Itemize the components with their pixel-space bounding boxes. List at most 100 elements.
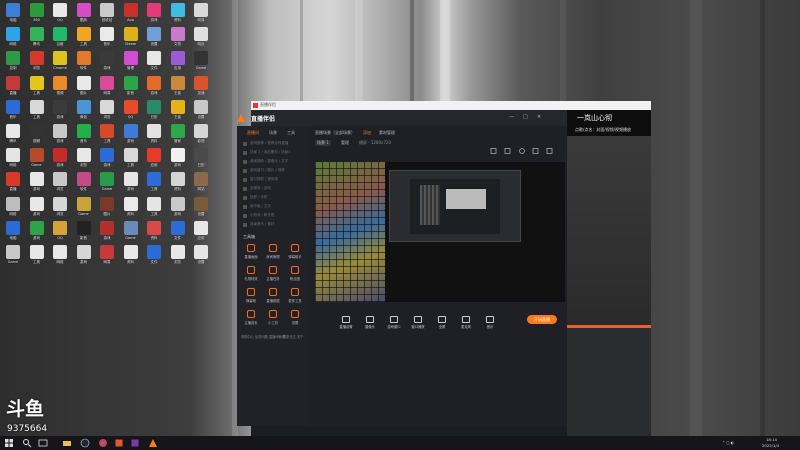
source-row[interactable]: 小游戏 / 聊天框 (243, 212, 303, 220)
scene-manage[interactable]: 管理 (341, 140, 349, 146)
source-row[interactable]: 多媒体 / 游戏 (243, 185, 303, 193)
desktop-shortcut[interactable]: 设置 (190, 244, 212, 274)
live-companion-icon[interactable] (148, 438, 158, 448)
shortcut-icon (76, 196, 91, 211)
toolbar-button[interactable]: 全屏 (431, 316, 453, 329)
tab-live-room[interactable]: 直播间 (247, 130, 259, 136)
desktop-shortcut[interactable]: 浏览 (167, 244, 189, 274)
source-row[interactable]: 窗口捕获 / 媒体源 (243, 176, 303, 184)
shortcut-label: 设置 (150, 42, 158, 47)
source-row[interactable]: 游戏推荐 / 推荐游戏直播 (243, 140, 303, 148)
source-eye-icon[interactable] (243, 205, 247, 209)
source-eye-icon[interactable] (243, 142, 247, 146)
app-icon-taskbar[interactable] (114, 438, 124, 448)
start-windows-icon[interactable] (4, 438, 14, 448)
game-icon-taskbar[interactable] (130, 438, 140, 448)
tool-button[interactable]: 弹幕姬 (241, 288, 261, 306)
tool-button[interactable]: 主播成长 (241, 310, 261, 328)
source-eye-icon[interactable] (243, 196, 247, 200)
source-eye-icon[interactable] (243, 160, 247, 164)
clock-time[interactable]: 18:14 (766, 437, 777, 442)
toolbar-label: 游戏窗口 (387, 325, 401, 329)
bottom-link[interactable]: 帮助中心 (241, 334, 254, 339)
source-eye-icon[interactable] (243, 187, 247, 191)
toolbar-button[interactable]: 窗口捕获 (407, 316, 429, 329)
shortcut-label: 游戏 (103, 66, 111, 71)
live-preview[interactable] (315, 162, 565, 302)
shortcut-label: 应用 (150, 163, 158, 168)
tool-button[interactable]: 设置 (285, 310, 305, 328)
desktop-shortcut[interactable]: 工具 (26, 244, 48, 274)
tool-button[interactable]: 粉丝团 (285, 266, 305, 284)
tool-button[interactable]: 礼物特效 (241, 266, 261, 284)
search-icon[interactable] (22, 438, 32, 448)
shortcut-label: QQ (127, 114, 134, 119)
tool-label: 房间管理 (266, 255, 280, 259)
desktop-shortcut[interactable]: 游戏 (73, 244, 95, 274)
close-button[interactable]: ✕ (537, 114, 541, 120)
toolbar-button[interactable]: 摄像头 (359, 316, 381, 329)
bottom-link[interactable]: 反馈问题 (255, 334, 268, 339)
tool-icon (247, 266, 255, 274)
steam-icon[interactable] (80, 438, 90, 448)
scene-tab-1[interactable]: 场景 1 (315, 140, 331, 146)
toolbar-button[interactable]: 直播设置 (335, 316, 357, 329)
shortcut-icon (194, 51, 208, 66)
source-row[interactable]: 投屏 / 手机 (243, 194, 303, 202)
toolbar-button[interactable]: 音乐 (479, 316, 501, 329)
app-window[interactable]: 直播伴侣 直播伴侣 — □ ✕ 直播间 场景 工具 游戏推荐 / 推荐游戏直播场… (237, 101, 651, 436)
preview-toolbar-icon[interactable] (489, 148, 559, 154)
shortcut-icon (194, 148, 208, 163)
desktop-shortcut[interactable]: Game (2, 244, 24, 274)
minimize-button[interactable]: — (509, 114, 514, 120)
shortcut-label: 资料 (150, 139, 158, 143)
task-view-icon[interactable] (38, 438, 48, 448)
source-eye-icon[interactable] (243, 169, 247, 173)
shortcut-icon (76, 75, 91, 90)
desktop-shortcut[interactable]: 资料 (120, 244, 142, 274)
source-row[interactable]: 桌面捕获 / 摄像头 / 文字 (243, 158, 303, 166)
source-eye-icon[interactable] (243, 178, 247, 182)
source-row[interactable]: 场景 2 / 添加素材 / 场景3 (243, 149, 303, 157)
tab-tools[interactable]: 工具 (287, 130, 295, 136)
source-eye-icon[interactable] (243, 214, 247, 218)
chrome-icon[interactable] (98, 438, 108, 448)
tool-button[interactable]: 主播任务 (263, 266, 283, 284)
shortcut-label: 影视 (197, 139, 205, 143)
source-eye-icon[interactable] (243, 151, 247, 155)
toolbar-button[interactable]: 麦克风 (455, 316, 477, 329)
add-scene-button[interactable]: 添加 (363, 130, 371, 136)
source-row[interactable]: 背景音乐 / 素材 (243, 221, 303, 229)
desktop-shortcut[interactable]: 网络 (49, 244, 71, 274)
tool-button[interactable]: 直播数据 (263, 288, 283, 306)
source-row[interactable]: 游戏窗口 / 图片 / 视频 (243, 167, 303, 175)
tool-button[interactable]: 弹幕助手 (285, 244, 305, 262)
shortcut-icon (6, 148, 20, 163)
shortcut-label: 设置 (197, 211, 205, 216)
source-eye-icon[interactable] (243, 223, 247, 227)
desktop-shortcut[interactable]: 网易 (96, 244, 118, 274)
tab-scene[interactable]: 场景 (269, 130, 277, 136)
tool-label: 设置 (291, 321, 299, 325)
title-strip[interactable]: 直播伴侣 (251, 101, 651, 110)
shortcut-label: 音乐 (103, 42, 111, 47)
bottom-link[interactable]: 关于 (297, 334, 303, 339)
shortcut-icon (100, 27, 114, 42)
tool-button[interactable]: 小工具 (263, 310, 283, 328)
right-panel: 一岚山心彻 点歌/点名：封面/视频/视频播放 (567, 110, 651, 436)
source-row[interactable]: 画中画 / 文字 (243, 203, 303, 211)
chat-input-bar[interactable] (567, 325, 651, 328)
toolbar-button[interactable]: 游戏窗口 (383, 316, 405, 329)
tool-button[interactable]: 房间管理 (263, 244, 283, 262)
start-live-button[interactable]: 开始直播 (527, 315, 557, 324)
file-explorer-icon[interactable] (62, 438, 72, 448)
desktop-shortcut[interactable]: 文件 (143, 244, 165, 274)
shortcut-icon (6, 124, 20, 138)
clock-date[interactable]: 2022/1/4 (762, 443, 779, 448)
tool-button[interactable]: 直播画面 (241, 244, 261, 262)
tray-icons[interactable]: ⌃ ◻ ◐ (722, 440, 734, 445)
maximize-button[interactable]: □ (523, 114, 528, 120)
tool-button[interactable]: 更多工具 (285, 288, 305, 306)
material-button[interactable]: 素材管理 (379, 130, 395, 136)
bottom-link[interactable]: 更新日志 (283, 334, 296, 339)
